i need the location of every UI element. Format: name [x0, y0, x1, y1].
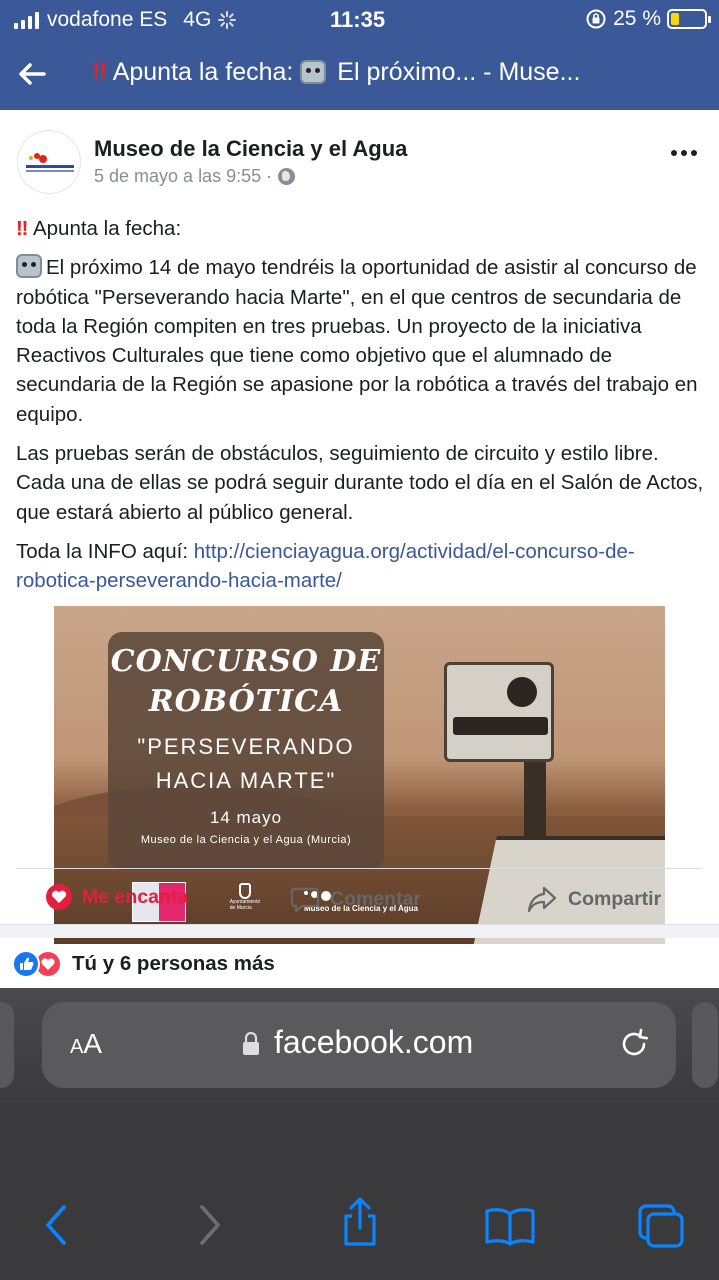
poster-subtitle-1: "PERSEVERANDO — [137, 734, 355, 759]
double-exclamation-icon: ‼ — [92, 58, 108, 86]
poster-title-2: ROBÓTICA — [148, 684, 344, 719]
battery-icon — [667, 9, 711, 29]
double-exclamation-icon: ‼ — [16, 217, 29, 240]
back-arrow-icon[interactable] — [14, 56, 50, 92]
post-meta: 5 de mayo a las 9:55 · — [94, 166, 296, 187]
like-reaction-icon — [12, 950, 40, 978]
post-body: ‼ Apunta la fecha: El próximo 14 de mayo… — [16, 214, 706, 606]
url-text: facebook.com — [274, 1024, 474, 1060]
signal-icon — [14, 11, 39, 29]
orientation-lock-icon — [586, 9, 606, 29]
tabs-icon[interactable] — [636, 1202, 686, 1250]
share-button[interactable]: Compartir — [526, 884, 661, 914]
avatar[interactable] — [17, 130, 81, 194]
post-line-1: ‼ Apunta la fecha: — [16, 217, 182, 240]
robot-emoji-icon — [300, 60, 327, 84]
post-actions: Me encanta Comentar Compartir — [0, 870, 719, 924]
clock: 11:35 — [330, 7, 386, 32]
divider — [16, 868, 702, 869]
network-type: 4G — [183, 8, 212, 31]
reactions-summary[interactable]: Tú y 6 personas más — [12, 940, 275, 988]
share-icon — [527, 886, 557, 913]
poster-date: 14 mayo — [209, 808, 283, 827]
address-bar[interactable]: AA facebook.com — [42, 1002, 676, 1088]
battery-percent: 25 % — [613, 7, 661, 30]
museum-logo-icon — [26, 153, 74, 172]
more-options-icon[interactable] — [671, 150, 697, 156]
page-name-link[interactable]: Museo de la Ciencia y el Agua — [94, 136, 407, 162]
share-sheet-icon[interactable] — [338, 1196, 382, 1248]
poster-subtitle-2: HACIA MARTE" — [155, 768, 337, 793]
poster-venue: Museo de la Ciencia y el Agua (Murcia) — [140, 834, 352, 846]
carrier-name: vodafone ES — [47, 8, 168, 31]
status-bar: vodafone ES 4G 11:35 25 % — [0, 0, 719, 38]
post-info: Toda la INFO aquí: http://cienciayagua.o… — [16, 539, 635, 593]
post-paragraph-2: Las pruebas serán de obstáculos, seguimi… — [16, 442, 704, 524]
page-title: ‼ Apunta la fecha: El próximo... - Muse.… — [92, 58, 581, 86]
post-paragraph-1: El próximo 14 de mayo tendréis la oportu… — [16, 254, 698, 426]
comment-icon — [290, 887, 320, 913]
next-tab-edge[interactable] — [692, 1002, 718, 1088]
reactions-text: Tú y 6 personas más — [72, 952, 275, 975]
reload-icon[interactable] — [616, 1026, 652, 1062]
post-timestamp[interactable]: 5 de mayo a las 9:55 · — [94, 166, 272, 187]
lock-icon — [243, 1031, 259, 1055]
bookmarks-icon[interactable] — [484, 1206, 536, 1246]
back-icon[interactable] — [40, 1203, 72, 1247]
forward-icon[interactable] — [194, 1203, 226, 1247]
section-separator — [0, 924, 719, 938]
globe-icon — [278, 168, 296, 185]
poster-card: CONCURSO DE ROBÓTICA "PERSEVERANDO HACIA… — [108, 632, 384, 870]
poster-title-1: CONCURSO DE — [110, 644, 382, 679]
reader-options-button[interactable]: AA — [70, 1028, 102, 1060]
browser-chrome: AA facebook.com — [0, 988, 719, 1280]
activity-icon — [218, 11, 237, 29]
previous-tab-edge[interactable] — [0, 1002, 14, 1088]
nav-header: ‼ Apunta la fecha: El próximo... - Muse.… — [0, 38, 719, 110]
rover-camera-head — [444, 662, 554, 762]
heart-icon — [46, 884, 72, 910]
comment-button[interactable]: Comentar — [290, 884, 421, 914]
like-button[interactable]: Me encanta — [46, 884, 188, 910]
robot-emoji-icon — [16, 254, 42, 279]
